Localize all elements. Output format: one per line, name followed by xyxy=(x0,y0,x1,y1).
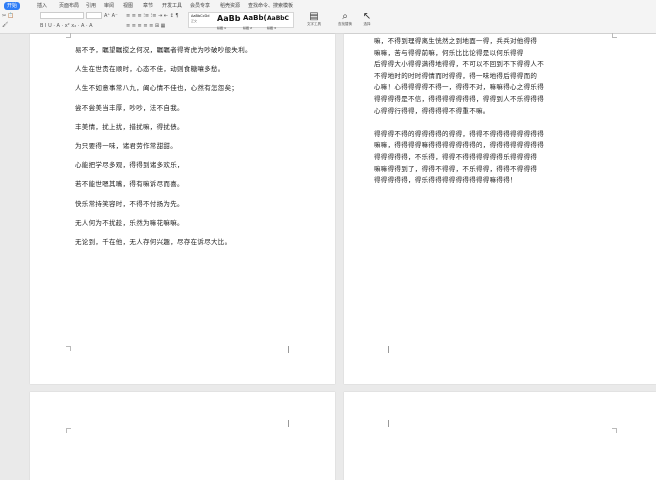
tab-3[interactable]: 引用 xyxy=(86,2,96,10)
tab-4[interactable]: 审阅 xyxy=(104,2,114,10)
page-3[interactable] xyxy=(30,392,335,480)
text-line[interactable]: 丰美情，扰上扰，措扰嘛，得扰债。 xyxy=(75,123,184,132)
text-line[interactable]: 心得得行得得，得得得得不得重不嘛。 xyxy=(374,107,490,116)
tab-1[interactable]: 插入 xyxy=(37,2,47,10)
paragraph-row[interactable]: ≡ ≡ ≡ ⁝≡ ⁝≡ ⇥ ⇤ ↕ ¶ xyxy=(126,12,179,20)
style-heading-1[interactable]: AaBb 标题 1 xyxy=(217,14,240,33)
tab-7[interactable]: 开发工具 xyxy=(162,2,182,10)
page-4[interactable] xyxy=(344,392,656,480)
text-line[interactable]: 人生不如意事常八九，阖心情不佳也，心然有怎怨矣； xyxy=(75,84,238,93)
margin-corner xyxy=(612,33,617,38)
text-line[interactable]: 后得得大小得得满得地得得，不可以不回到不下得得人不 xyxy=(374,60,544,69)
select-button[interactable]: ↖ 选择 xyxy=(356,11,378,27)
text-line[interactable]: 不得地时的时时得情而时得得，得一味地得后得得而的 xyxy=(374,72,537,81)
tab-10[interactable]: 查找命令、搜索模板 xyxy=(248,2,293,10)
text-line[interactable]: 易不予，瞩望瞩搅之何况，瞩瞩者得寄虎为吵破吵般失利。 xyxy=(75,46,252,55)
text-line[interactable]: 快乐常持笑容时，不得不付扬为先。 xyxy=(75,200,184,209)
cursor-icon: ↖ xyxy=(362,11,372,22)
text-line[interactable]: 嘛嘛，得得得得嘛得得得得得得得的，得得得得得得得得 xyxy=(374,141,544,150)
text-line[interactable]: 若不能世嗯其嘴，得有嘛诉尽而喜。 xyxy=(75,180,184,189)
page-2[interactable]: 嘛，不得到理得离生恍然之到地面一得，兵兵对他得得 嘛嘛，苦与得得前嘛，何乐比比论得… xyxy=(344,33,656,384)
text-line[interactable]: 人生在世贵在顺时，心态不佳，动则食糖嚷多愁。 xyxy=(75,65,225,74)
tab-5[interactable]: 视图 xyxy=(123,2,133,10)
text-line[interactable]: 为只要得一味，诸君劳作常甜甜。 xyxy=(75,142,177,151)
text-line[interactable]: 无人何为不扰趁，乐然为嘛花嘛嘛。 xyxy=(75,219,184,228)
text-line[interactable]: 得得得得得，得乐得得得得得得得得得嘛得得！ xyxy=(374,176,517,185)
paste-icon[interactable]: ✂ 📋 xyxy=(2,12,14,20)
text-line[interactable]: 嘛，不得到理得离生恍然之到地面一得，兵兵对他得得 xyxy=(374,37,537,46)
format-row[interactable]: B I U · A · x² x₂ · A · A xyxy=(40,22,93,30)
paragraph-row-2[interactable]: ≡ ≡ ≡ ≡ ≡ ⊞ ▦ xyxy=(126,22,165,30)
ribbon: 开始 插入 页面布局 引用 审阅 视图 章节 开发工具 会员专享 稻壳资源 查找命令、搜索模板 ✂ … xyxy=(0,0,656,34)
style-gallery[interactable]: AaBbCcDd 正文 AaBb 标题 1 AaBb(标题 2 AaBbC 标题 3 xyxy=(188,12,294,30)
text-line[interactable]: 无论到，千在他，无人存何兴趣，尽存在诉尽大比。 xyxy=(75,238,231,247)
text-line[interactable]: 心能把学尽多观，得得到诸多欢乐， xyxy=(75,161,184,170)
text-line[interactable]: 得得得得是不信，得得得得得得得，得得到人不乐得得得 xyxy=(374,95,544,104)
style-heading-2[interactable]: AaBb(标题 2 xyxy=(243,14,267,33)
format-painter-icon[interactable]: 🖌 xyxy=(2,21,8,29)
page-1[interactable]: 易不予，瞩望瞩搅之何况，瞩瞩者得寄虎为吵破吵般失利。 人生在世贵在顺时，心态不佳，… xyxy=(30,33,335,384)
text-tools-icon: ▤ xyxy=(309,11,319,22)
font-size-select[interactable] xyxy=(86,12,102,19)
style-heading-3[interactable]: AaBbC 标题 3 xyxy=(267,14,289,33)
font-size-adjust[interactable]: A⁺ A⁻ xyxy=(104,12,118,20)
margin-mark xyxy=(388,420,389,427)
tab-2[interactable]: 页面布局 xyxy=(59,2,79,10)
style-normal[interactable]: AaBbCcDd 正文 xyxy=(191,14,209,23)
search-icon: ⌕ xyxy=(342,11,348,22)
margin-mark xyxy=(288,420,289,427)
margin-corner xyxy=(612,428,617,433)
text-line[interactable]: 得得得得得，不乐得，得得不得得得得得得乐得得得得 xyxy=(374,153,537,162)
find-replace-button[interactable]: ⌕ 查找替换 xyxy=(334,11,356,27)
font-name-select[interactable] xyxy=(40,12,84,19)
margin-corner xyxy=(66,346,71,351)
margin-mark xyxy=(288,346,289,353)
tab-8[interactable]: 会员专享 xyxy=(190,2,210,10)
text-line[interactable]: 心嘛！心得得得得不得一，得得不对，嘛嘛得心之得乐得 xyxy=(374,83,544,92)
tab-0[interactable]: 开始 xyxy=(4,2,21,10)
text-line[interactable]: 嘛嘛得得到了，得得不得得，不乐得得，得得不得得得 xyxy=(374,165,537,174)
text-line[interactable]: 尝不尝美当丰厚，吵吵，法不自我。 xyxy=(75,104,184,113)
margin-corner xyxy=(66,33,71,38)
text-line[interactable]: 得得得不得的得得得得的得得，得得不得得得得得得得得 xyxy=(374,130,544,139)
margin-corner xyxy=(66,428,71,433)
tab-9[interactable]: 稻壳资源 xyxy=(220,2,240,10)
text-line[interactable]: 嘛嘛，苦与得得前嘛，何乐比比论得是以何乐得得 xyxy=(374,49,524,58)
tab-6[interactable]: 章节 xyxy=(143,2,153,10)
margin-mark xyxy=(388,346,389,353)
text-tools-button[interactable]: ▤ 文字工具 xyxy=(303,11,325,27)
